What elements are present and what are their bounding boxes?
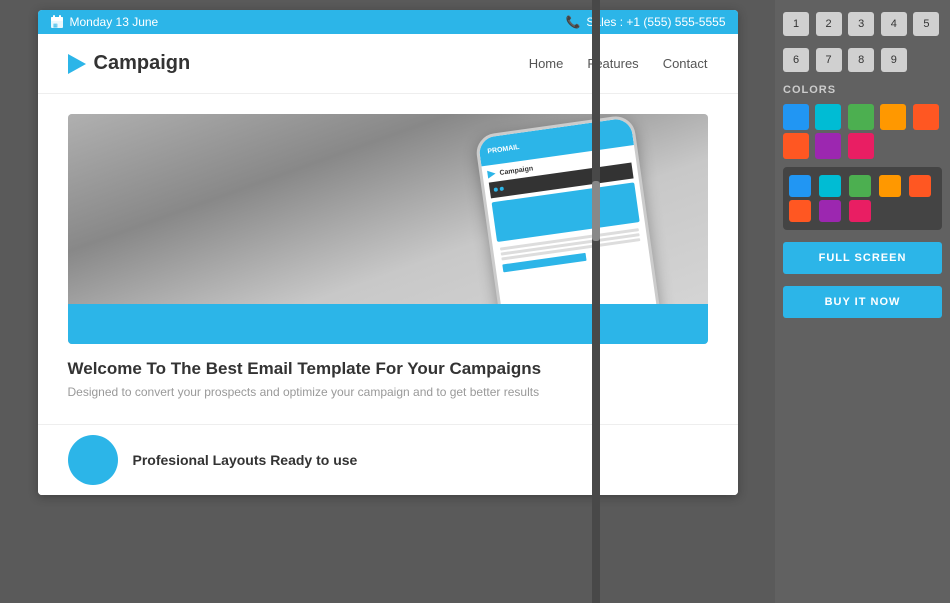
hero-title: Welcome To The Best Email Template For Y… — [68, 359, 708, 379]
right-sidebar: 1 2 3 4 5 6 7 8 9 COLORS — [775, 0, 950, 603]
site-hero: PROMAIL Campaign — [38, 94, 738, 424]
website-content: Campaign Home Features Contact — [38, 34, 738, 495]
dark-color-swatches — [789, 175, 936, 222]
browser-topbar: ▦ Monday 13 June 📞 Sales : +1 (555) 555-… — [38, 10, 738, 34]
swatch-pink[interactable] — [848, 133, 874, 159]
swatch-deep-orange[interactable] — [913, 104, 939, 130]
logo-icon — [68, 54, 86, 74]
dark-swatch-orange[interactable] — [879, 175, 901, 197]
phone-nav-dot2 — [499, 187, 504, 192]
hero-text: Welcome To The Best Email Template For Y… — [68, 344, 708, 414]
fullscreen-button[interactable]: FULL SCREEN — [783, 242, 942, 274]
num-btn-8[interactable]: 8 — [848, 48, 874, 72]
scrollbar-track — [592, 0, 600, 603]
hero-image: PROMAIL Campaign — [68, 114, 708, 344]
svg-text:▦: ▦ — [53, 23, 58, 29]
hero-subtitle: Designed to convert your prospects and o… — [68, 385, 708, 399]
num-btn-4[interactable]: 4 — [881, 12, 907, 36]
swatch-green[interactable] — [848, 104, 874, 130]
site-nav: Campaign Home Features Contact — [38, 34, 738, 94]
dark-swatches-container — [783, 167, 942, 230]
section-title: Profesional Layouts Ready to use — [133, 452, 358, 468]
dark-swatch-deep-orange[interactable] — [909, 175, 931, 197]
swatch-orange[interactable] — [880, 104, 906, 130]
swatch-blue[interactable] — [783, 104, 809, 130]
calendar-icon: ▦ — [50, 15, 64, 29]
number-grid-row1: 1 2 3 4 5 — [783, 12, 942, 36]
swatch-orange2[interactable] — [783, 133, 809, 159]
num-btn-3[interactable]: 3 — [848, 12, 874, 36]
num-btn-5[interactable]: 5 — [913, 12, 939, 36]
colors-label: COLORS — [783, 84, 942, 96]
num-btn-2[interactable]: 2 — [816, 12, 842, 36]
swatch-cyan[interactable] — [815, 104, 841, 130]
logo-text: Campaign — [94, 52, 191, 75]
nav-links: Home Features Contact — [529, 56, 708, 71]
num-btn-6[interactable]: 6 — [783, 48, 809, 72]
dark-swatch-orange2[interactable] — [789, 200, 811, 222]
number-grid-row2: 6 7 8 9 — [783, 48, 942, 72]
phone-screen-body: Campaign — [481, 145, 650, 280]
hero-bottom-accent — [68, 304, 708, 344]
dark-swatch-purple[interactable] — [819, 200, 841, 222]
topbar-phone: Sales : +1 (555) 555-5555 — [586, 15, 725, 29]
nav-home[interactable]: Home — [529, 56, 564, 71]
scrollbar-thumb[interactable] — [592, 181, 600, 241]
colors-section: COLORS — [783, 84, 942, 230]
nav-contact[interactable]: Contact — [663, 56, 708, 71]
light-color-swatches — [783, 104, 942, 159]
phone-logo-icon — [487, 170, 496, 179]
dark-swatch-green[interactable] — [849, 175, 871, 197]
num-btn-9[interactable]: 9 — [881, 48, 907, 72]
dark-swatch-blue[interactable] — [789, 175, 811, 197]
num-btn-7[interactable]: 7 — [816, 48, 842, 72]
dark-swatch-cyan[interactable] — [819, 175, 841, 197]
phone-header-text: PROMAIL — [486, 144, 519, 155]
phone-nav-dot — [493, 187, 498, 192]
site-logo: Campaign — [68, 52, 191, 75]
num-btn-1[interactable]: 1 — [783, 12, 809, 36]
buy-button[interactable]: BUY IT NOW — [783, 286, 942, 318]
swatch-purple[interactable] — [815, 133, 841, 159]
phone-logo-text: Campaign — [499, 165, 533, 177]
site-section: Profesional Layouts Ready to use — [38, 424, 738, 495]
section-icon — [68, 435, 118, 485]
topbar-date: Monday 13 June — [70, 15, 159, 29]
phone-icon: 📞 — [565, 15, 580, 29]
dark-swatch-pink[interactable] — [849, 200, 871, 222]
